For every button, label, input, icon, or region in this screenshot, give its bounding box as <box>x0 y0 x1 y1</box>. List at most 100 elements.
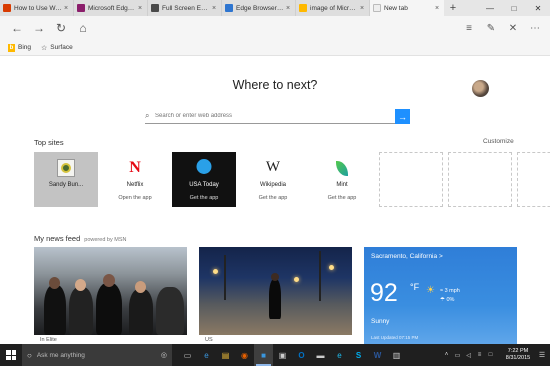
back-icon[interactable]: ← <box>6 17 28 39</box>
edge-app-icon[interactable]: e <box>197 344 216 366</box>
tab-strip: How to Use Work × Microsoft Edge re × Fu… <box>0 0 550 16</box>
news-card-image[interactable] <box>34 247 187 335</box>
tab-edge-browser-feat[interactable]: Edge Browser feat × <box>222 0 296 16</box>
top-site-name: Mint <box>336 182 348 188</box>
cortana-search-text: Ask me anything <box>36 351 85 359</box>
web-note-icon[interactable]: ✎ <box>480 17 502 39</box>
action-center-icon[interactable]: ☰ <box>536 351 548 359</box>
microphone-icon[interactable]: ◎ <box>161 351 167 359</box>
blue-app-icon[interactable]: ■ <box>254 344 273 366</box>
outlook-icon[interactable]: O <box>292 344 311 366</box>
top-site-action[interactable]: Get the app <box>241 195 305 201</box>
tab-how-to-use-work[interactable]: How to Use Work × <box>0 0 74 16</box>
favorite-bing[interactable]: b Bing <box>8 43 31 52</box>
weather-condition: Sunny <box>371 318 390 325</box>
search-icon: ⌕ <box>145 110 150 120</box>
navigation-bar: ← → ↻ ⌂ ≡ ✎ ✕ ⋯ <box>0 16 550 40</box>
taskbar: ○ Ask me anything ◎ ▭ e ▤ ◉ ■ ▣ O ▬ e S … <box>0 344 550 366</box>
cortana-search[interactable]: ○ Ask me anything ◎ <box>22 344 172 366</box>
close-tab-icon[interactable]: × <box>136 5 144 12</box>
empty-site-tile[interactable] <box>448 152 512 207</box>
word-icon[interactable]: W <box>368 344 387 366</box>
tab-favicon <box>225 4 233 12</box>
news-caption[interactable]: US <box>205 337 213 343</box>
battery-icon[interactable]: ▭ <box>452 352 463 359</box>
start-button[interactable] <box>0 344 22 366</box>
new-tab-icon[interactable]: + <box>444 0 462 16</box>
maximize-icon[interactable]: □ <box>502 0 526 16</box>
top-site-name: Sandy Bun... <box>48 182 84 188</box>
favorite-surface[interactable]: ☆ Surface <box>41 44 73 52</box>
search-go-button[interactable]: → <box>395 109 410 124</box>
umbrella-icon: ☂ <box>440 297 445 303</box>
weather-temperature: 92 <box>370 279 398 307</box>
empty-site-tile[interactable] <box>379 152 443 207</box>
sandy-site-icon <box>57 159 75 177</box>
news-card-image[interactable] <box>199 247 352 335</box>
wikipedia-icon: W <box>265 159 281 175</box>
top-site-action[interactable]: Get the app <box>172 195 236 201</box>
forward-icon[interactable]: → <box>28 17 50 39</box>
hub-icon[interactable]: ≡ <box>458 17 480 39</box>
weather-card[interactable]: Sacramento, California > 92 °F ☀ ≈ 3 mph… <box>364 247 517 344</box>
explorer-icon[interactable]: ▥ <box>387 344 406 366</box>
clock-date: 8/31/2015 <box>505 355 531 361</box>
tab-full-screen-edge[interactable]: Full Screen Edge + × <box>148 0 222 16</box>
favorite-label: Surface <box>50 44 73 51</box>
empty-site-tile[interactable] <box>517 152 550 207</box>
volume-icon[interactable]: ◁ <box>463 352 474 359</box>
search-box: ⌕ <box>145 108 395 124</box>
skype-icon[interactable]: S <box>349 344 368 366</box>
window-close-icon[interactable]: ✕ <box>526 0 550 16</box>
top-site-tile[interactable]: N Netflix Open the app <box>103 152 167 207</box>
store-icon[interactable]: ▣ <box>273 344 292 366</box>
top-site-tile[interactable]: USA Today Get the app <box>172 152 236 207</box>
task-view-icon[interactable]: ▭ <box>178 344 197 366</box>
page-title: Where to next? <box>232 78 318 92</box>
bing-icon: b <box>8 43 15 52</box>
refresh-icon[interactable]: ↻ <box>50 17 72 39</box>
weather-unit: °F <box>410 282 420 292</box>
close-tab-icon[interactable]: × <box>62 5 70 12</box>
tab-label: New tab <box>384 4 408 12</box>
tab-new-tab[interactable]: New tab × <box>370 0 444 16</box>
customize-link[interactable]: Customize <box>483 138 514 145</box>
tab-label: How to Use Work <box>14 4 62 12</box>
close-tab-icon[interactable]: × <box>358 5 366 12</box>
weather-updated: Last Updated 07:15 PM <box>371 335 419 340</box>
media-icon[interactable]: ▬ <box>311 344 330 366</box>
tab-microsoft-edge[interactable]: Microsoft Edge re × <box>74 0 148 16</box>
top-sites: Sandy Bun... N Netflix Open the app USA … <box>34 152 550 207</box>
close-tab-icon[interactable]: × <box>284 5 292 12</box>
weather-city[interactable]: Sacramento, California > <box>371 253 443 260</box>
news-caption[interactable]: In Elite <box>40 337 57 343</box>
top-site-name: Netflix <box>126 182 144 188</box>
top-site-tile[interactable]: Sandy Bun... <box>34 152 98 207</box>
ie-icon[interactable]: e <box>330 344 349 366</box>
firefox-icon[interactable]: ◉ <box>235 344 254 366</box>
top-site-tile[interactable]: W Wikipedia Get the app <box>241 152 305 207</box>
file-explorer-icon[interactable]: ▤ <box>216 344 235 366</box>
system-clock[interactable]: 7:22 PM 8/31/2015 <box>500 348 536 362</box>
top-site-tile[interactable]: Mint Get the app <box>310 152 374 207</box>
tab-label: Full Screen Edge + <box>162 4 210 12</box>
chevron-right-icon: > <box>438 253 443 260</box>
more-icon[interactable]: ⋯ <box>524 17 546 39</box>
keyboard-icon[interactable]: □ <box>485 352 496 358</box>
show-hidden-icons-icon[interactable]: ˄ <box>441 352 452 358</box>
tab-favicon <box>3 4 11 12</box>
minimize-icon[interactable]: — <box>478 0 502 16</box>
avatar[interactable] <box>472 80 489 97</box>
close-tab-icon[interactable]: × <box>210 5 218 12</box>
cortana-icon: ○ <box>27 350 32 360</box>
network-icon[interactable]: ≡ <box>474 352 485 358</box>
share-icon[interactable]: ✕ <box>502 17 524 39</box>
home-icon[interactable]: ⌂ <box>72 17 94 39</box>
top-site-action[interactable]: Get the app <box>310 195 374 201</box>
sun-icon: ☀ <box>426 285 435 296</box>
search-input[interactable] <box>155 112 395 119</box>
top-site-action[interactable]: Open the app <box>103 195 167 201</box>
close-tab-icon[interactable]: × <box>433 5 441 12</box>
tab-image-of-microsoft[interactable]: image of Microsof × <box>296 0 370 16</box>
new-tab-page: Where to next? ⌕ → Top sites Customize S… <box>0 56 550 344</box>
